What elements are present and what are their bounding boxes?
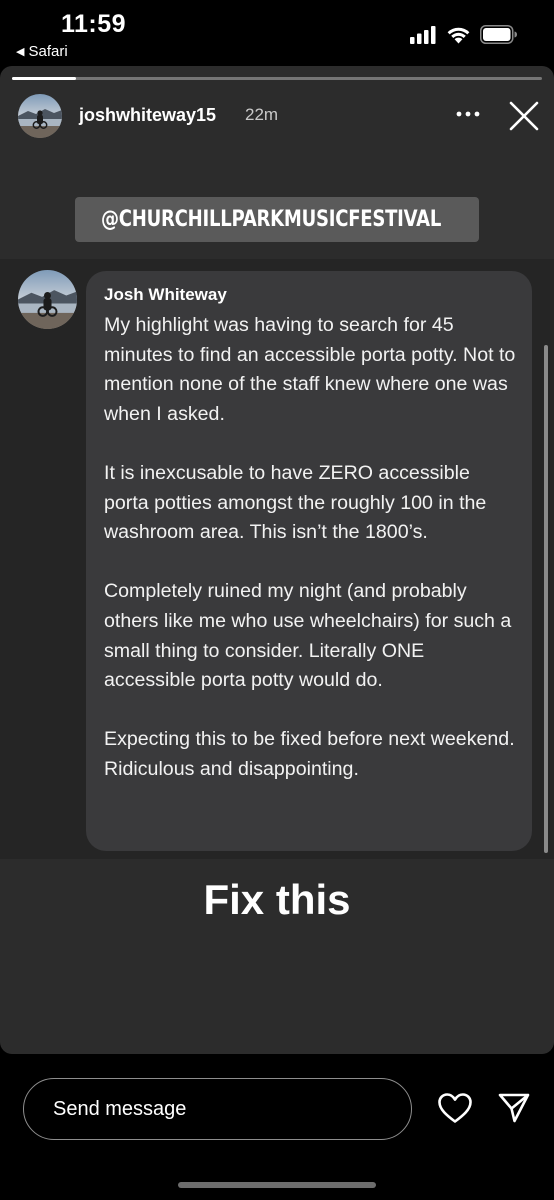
wifi-icon: [447, 27, 470, 43]
close-icon: [509, 101, 539, 131]
back-app-label: Safari: [28, 43, 68, 60]
avatar-image: [18, 94, 62, 138]
comment-avatar-image: [18, 270, 77, 329]
comment-avatar: [18, 270, 77, 329]
send-message-placeholder: Send message: [53, 1097, 187, 1120]
comment-paragraph: Expecting this to be fixed before next w…: [104, 728, 515, 780]
story-progress-bar: [12, 77, 542, 80]
story-time-ago: 22m: [245, 105, 279, 124]
status-bar: 11:59 ◀ Safari: [0, 0, 554, 66]
story-caption: Fix this: [203, 876, 351, 923]
back-to-app-link[interactable]: ◀ Safari: [16, 43, 68, 60]
send-button[interactable]: [497, 1091, 531, 1125]
avatar[interactable]: [18, 94, 62, 138]
home-indicator[interactable]: [178, 1182, 376, 1188]
close-button[interactable]: [508, 100, 540, 132]
status-time: 11:59: [61, 10, 127, 38]
heart-icon: [438, 1093, 472, 1123]
comment-bubble: Josh Whiteway My highlight was having to…: [86, 271, 532, 851]
mention-text: @CHURCHILLPARKMUSICFESTIVAL: [100, 207, 441, 232]
story-card[interactable]: joshwhiteway15 22m @CHURCHILLPARKMUSICFE…: [0, 66, 554, 1054]
signal-icon: [410, 25, 436, 44]
mention-sticker[interactable]: @CHURCHILLPARKMUSICFESTIVAL: [75, 197, 479, 242]
like-button[interactable]: [437, 1092, 473, 1124]
story-username[interactable]: joshwhiteway15: [79, 105, 216, 126]
comment-paragraph: It is inexcusable to have ZERO accessibl…: [104, 461, 487, 544]
scrollbar: [544, 345, 548, 853]
more-dots-icon: [456, 111, 480, 117]
status-icons: [410, 25, 518, 44]
send-icon: [498, 1093, 530, 1123]
story-progress-fill: [12, 77, 76, 80]
shared-comment-screenshot: Josh Whiteway My highlight was having to…: [0, 259, 554, 859]
more-options-button[interactable]: [452, 104, 484, 124]
comment-paragraph: My highlight was having to search for 45…: [104, 314, 516, 425]
story-header: joshwhiteway15 22m: [18, 94, 540, 140]
comment-author: Josh Whiteway: [104, 285, 227, 304]
back-arrow-icon: ◀: [16, 46, 25, 58]
comment-paragraph: Completely ruined my night (and probably…: [104, 580, 512, 692]
send-message-input[interactable]: Send message: [23, 1078, 412, 1140]
battery-icon: [480, 25, 517, 44]
